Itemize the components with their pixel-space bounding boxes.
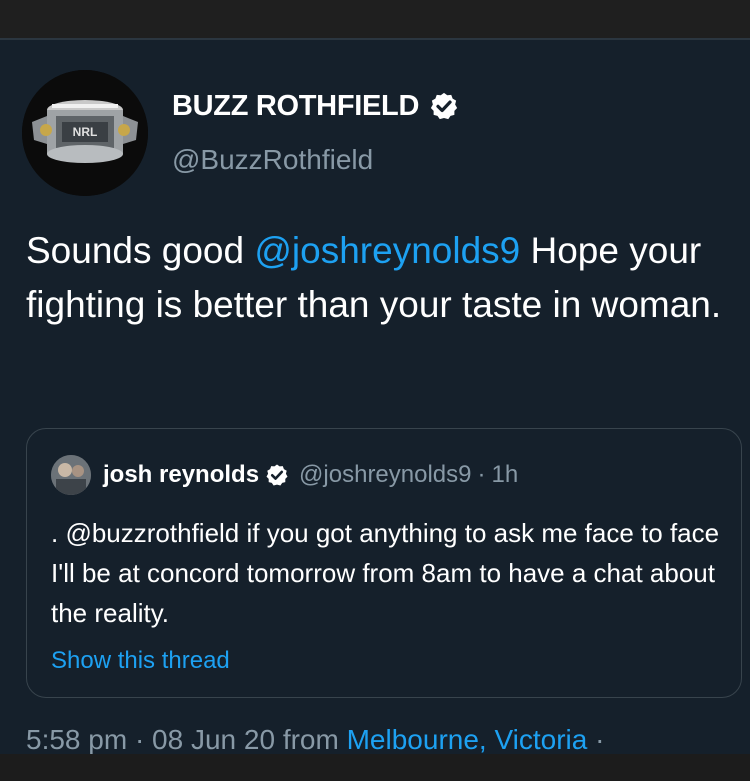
nrl-trophy-icon: NRL (22, 70, 148, 196)
verified-badge-icon (430, 92, 458, 120)
tweet-text: Sounds good @joshreynolds9 Hope your fig… (26, 224, 726, 332)
quoted-author-handle[interactable]: @joshreynolds9 (299, 461, 471, 489)
quoted-verified-badge-icon (266, 464, 288, 486)
quoted-tweet-card[interactable]: josh reynolds @joshreynolds9 · 1h . @buz… (26, 428, 742, 698)
tweet-location-link[interactable]: Melbourne, Victoria (347, 724, 588, 755)
bottom-bar (0, 754, 750, 781)
quoted-avatar-photo-icon (51, 455, 91, 495)
status-bar (0, 0, 750, 40)
quoted-time[interactable]: 1h (492, 461, 519, 489)
tweet-timestamp: 5:58 pm · 08 Jun 20 from Melbourne, Vict… (26, 724, 604, 756)
tweet-meta-trailing: · (587, 724, 605, 755)
author-handle[interactable]: @BuzzRothfield (172, 144, 373, 176)
avatar-logo-text: NRL (73, 125, 98, 139)
avatar[interactable]: NRL (22, 70, 148, 196)
quoted-separator: · (477, 461, 486, 488)
author-name-row[interactable]: BUZZ ROTHFIELD (172, 88, 459, 124)
author-display-name[interactable]: BUZZ ROTHFIELD (172, 90, 419, 123)
tweet-text-before: Sounds good (26, 230, 255, 271)
quoted-tweet-text: . @buzzrothfield if you got anything to … (51, 518, 720, 628)
quoted-author-name[interactable]: josh reynolds (103, 461, 259, 489)
quoted-avatar[interactable] (51, 455, 91, 495)
tweet-time-date[interactable]: 5:58 pm · 08 Jun 20 from (26, 724, 347, 755)
show-thread-link[interactable]: Show this thread (51, 647, 230, 675)
quoted-header: josh reynolds @joshreynolds9 · 1h (103, 455, 518, 495)
tweet-mention-link[interactable]: @joshreynolds9 (254, 230, 520, 271)
